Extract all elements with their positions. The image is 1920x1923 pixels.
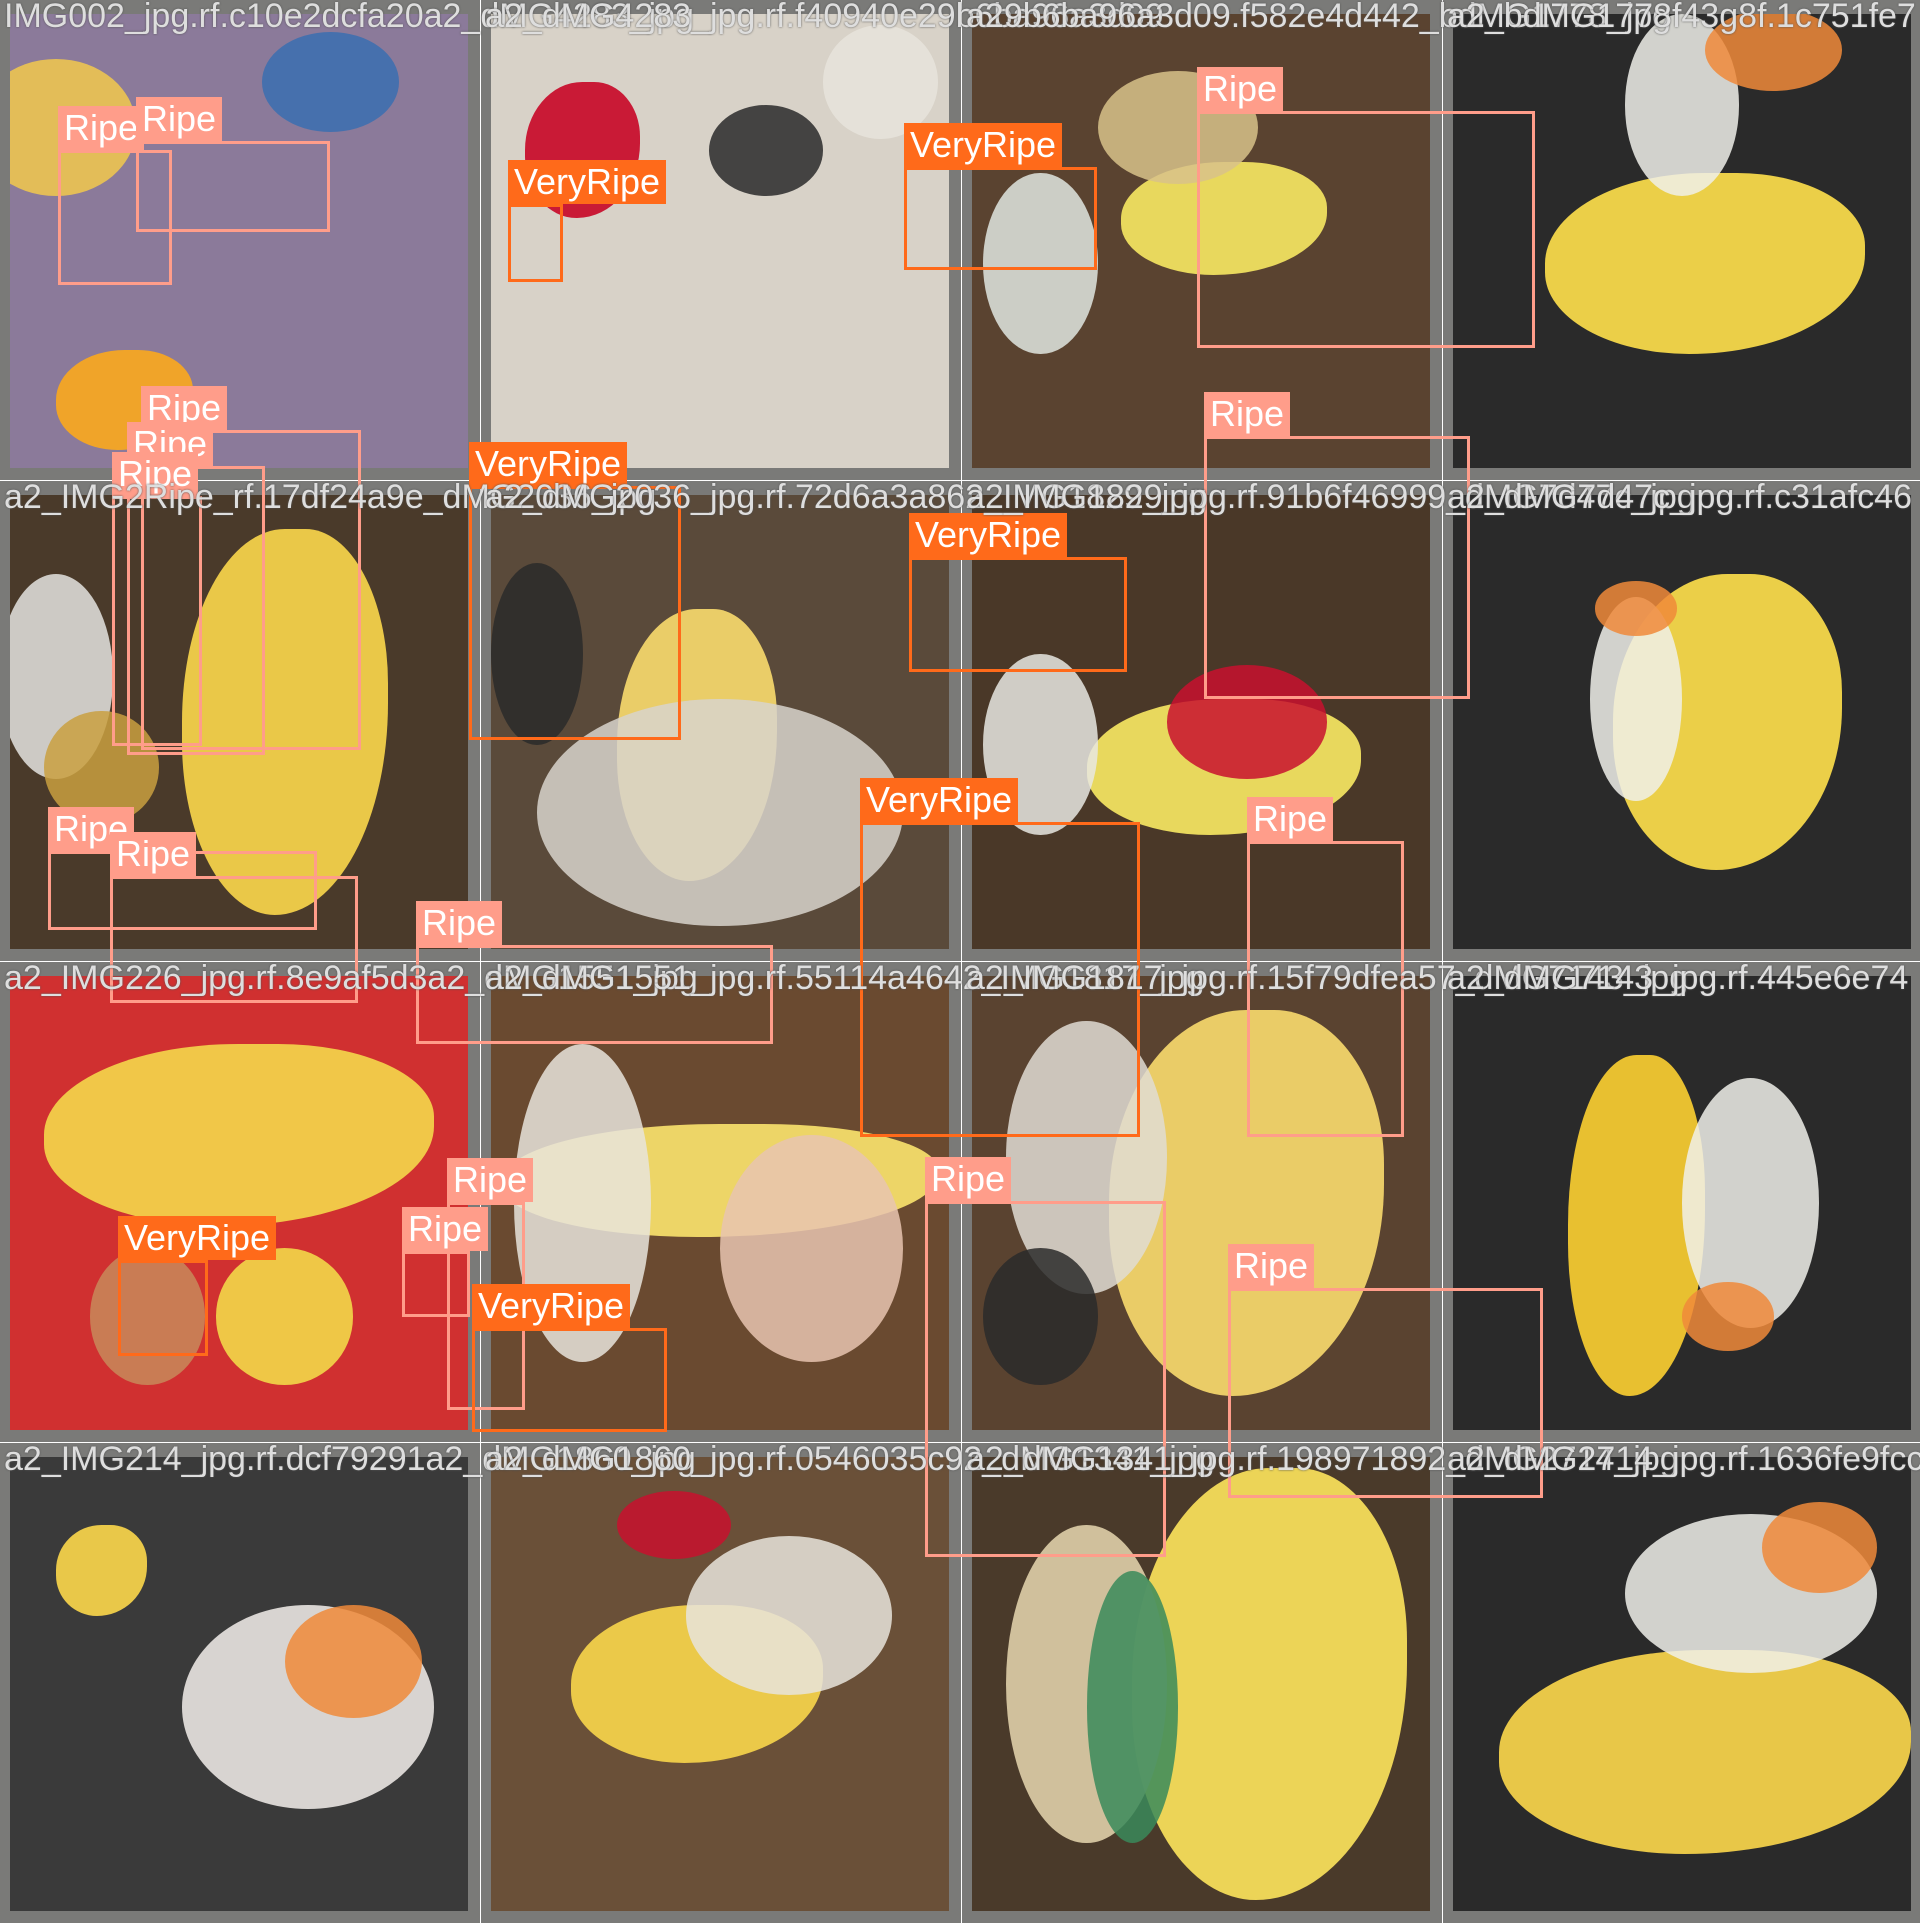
banana-photo [491,1457,949,1911]
scene-object [261,32,400,133]
detection-label: VeryRipe [118,1216,277,1260]
mosaic-tile [0,1443,480,1923]
scene-object [720,1134,904,1362]
banana-shape [1498,1649,1911,1855]
image-filename: a2_dMG7143_jpg.rf.445e6e74 [1447,959,1909,997]
mosaic-tile [481,1443,961,1923]
detection-label: VeryRipe [508,160,667,204]
detection-label: Ripe [402,1207,489,1251]
detection-label: Ripe [58,106,145,150]
banana-photo [10,976,468,1430]
scene-object [1682,1282,1774,1351]
mosaic-tile [1443,481,1920,961]
scene-object [1086,1570,1179,1843]
detection-box [925,1201,1166,1557]
detection-box [472,1328,667,1432]
detection-label: Ripe [925,1157,1012,1201]
detection-label: VeryRipe [909,513,1068,557]
detection-box [909,557,1127,672]
scene-object [708,104,824,196]
detection-label: Ripe [1228,1244,1315,1288]
detection-box [112,496,202,746]
scene-object [1594,581,1678,636]
scene-object [616,1491,732,1560]
detection-box [508,204,563,282]
image-filename: a2_dMG2714_jpg.rf.1636fe9fcc [1447,1440,1920,1478]
detection-label: VeryRipe [472,1284,631,1328]
banana-photo [1453,1457,1911,1911]
detection-box [402,1251,470,1317]
detection-box [136,141,330,232]
detection-label: Ripe [1247,797,1334,841]
detection-box [1197,111,1535,348]
banana-photo [1453,495,1911,949]
detection-box [1204,436,1470,699]
image-filename: a2_dMG7d47c_jpg.rf.c31afc46 [1447,478,1912,516]
detection-label: Ripe [416,901,503,945]
scene-object [284,1604,423,1719]
detection-box [469,486,681,740]
banana-shape [44,1044,434,1226]
detection-box [118,1260,208,1356]
detection-box [904,167,1097,270]
detection-label: Ripe [1197,67,1284,111]
scene-object [1762,1502,1877,1594]
scene-object [685,1536,892,1696]
detection-label: VeryRipe [860,778,1019,822]
detection-label: Ripe [110,832,197,876]
mosaic-tile [1443,1443,1920,1923]
banana-photo [10,1457,468,1911]
detection-label: Ripe [136,97,223,141]
detection-label: Ripe [1204,392,1291,436]
scene-object [823,25,938,139]
banana-shape [55,1525,148,1616]
image-filename: a2_bdMG1778f43g8f.1c751fe7 [1447,0,1916,35]
detection-mosaic: Ripe Ripe VeryRipe VeryRipe Ripe Ripe Ripe Ripe… [0,0,1920,1923]
banana-shape [1544,172,1866,355]
detection-label: Ripe [447,1158,534,1202]
scene-object [216,1248,354,1385]
detection-label: VeryRipe [904,123,1063,167]
mosaic-tile [0,962,480,1442]
